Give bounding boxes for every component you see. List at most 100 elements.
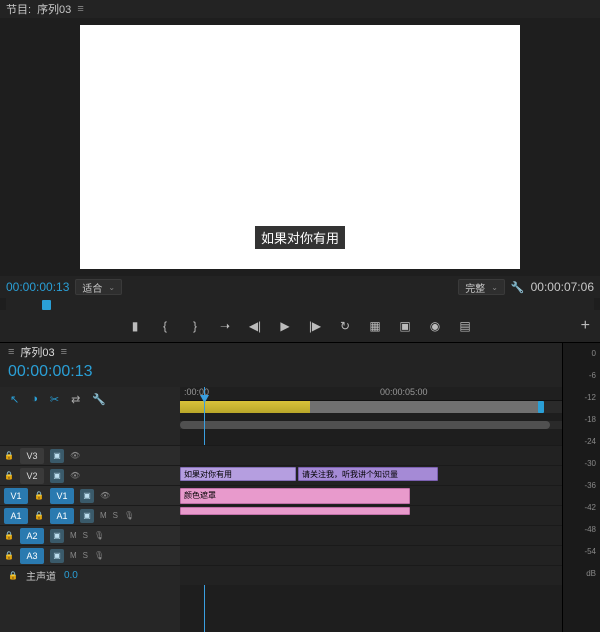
lock-icon[interactable]: 🔒	[8, 571, 18, 580]
work-area-bar[interactable]	[180, 401, 562, 413]
mic-icon[interactable]: 🎙	[94, 551, 104, 560]
lock-icon[interactable]: 🔒	[4, 551, 14, 560]
track-header-v3[interactable]: 🔒 V3 ▣ 👁	[0, 445, 180, 465]
step-forward-button[interactable]: |▶	[307, 318, 323, 334]
play-button[interactable]: ▶	[277, 318, 293, 334]
track-header-v2[interactable]: 🔒 V2 ▣ 👁	[0, 465, 180, 485]
go-to-out-button[interactable]: }	[187, 318, 203, 334]
timeline-panel: ≡ 序列03 ≡ 00:00:00:13 ↖ ◑ ✂ ⇄ 🔧	[0, 342, 600, 632]
zoom-fit-dropdown[interactable]: 适合 ⌄	[75, 279, 122, 295]
track-label[interactable]: V3	[20, 448, 44, 464]
export-frame-button[interactable]: ▣	[397, 318, 413, 334]
track-row-v2[interactable]: 如果对你有用 请关注我，听我讲个知识量	[180, 465, 562, 485]
current-timecode[interactable]: 00:00:00:13	[6, 280, 69, 294]
track-target-toggle[interactable]: ▣	[50, 549, 64, 563]
track-header-a3[interactable]: 🔒 A3 ▣ M S 🎙	[0, 545, 180, 565]
lock-icon[interactable]: 🔒	[34, 511, 44, 520]
mute-button[interactable]: M	[70, 551, 77, 560]
program-scrub-bar[interactable]	[6, 298, 594, 310]
lock-icon[interactable]: 🔒	[34, 491, 44, 500]
master-volume[interactable]: 0.0	[64, 570, 78, 581]
track-label[interactable]: A1	[50, 508, 74, 524]
track-label[interactable]: V1	[50, 488, 74, 504]
panel-menu-icon[interactable]: ≡	[8, 346, 14, 358]
timeline-timecode[interactable]: 00:00:00:13	[0, 361, 562, 387]
track-header-a1[interactable]: A1 🔒 A1 ▣ M S 🎙	[0, 505, 180, 525]
zoom-scrollbar[interactable]	[180, 421, 562, 429]
add-button-icon[interactable]: +	[581, 317, 590, 335]
mic-icon[interactable]: 🎙	[124, 511, 134, 520]
meter-tick: -24	[584, 437, 596, 446]
source-patch-v1[interactable]: V1	[4, 488, 28, 504]
mic-icon[interactable]: 🎙	[94, 531, 104, 540]
track-label[interactable]: V2	[20, 468, 44, 484]
source-patch-a1[interactable]: A1	[4, 508, 28, 524]
lock-icon[interactable]: 🔒	[4, 471, 14, 480]
scrub-playhead[interactable]	[42, 300, 51, 310]
meter-tick: dB	[586, 569, 596, 578]
add-marker-button[interactable]: ➝	[217, 318, 233, 334]
track-header-v1[interactable]: V1 🔒 V1 ▣ 👁	[0, 485, 180, 505]
ripple-tool-icon[interactable]: ◑	[31, 393, 38, 405]
wrench-icon[interactable]: 🔧	[92, 393, 106, 406]
lock-icon[interactable]: 🔒	[4, 531, 14, 540]
settings-icon[interactable]: 🔧	[511, 281, 525, 294]
go-to-in-button[interactable]: {	[157, 318, 173, 334]
meter-tick: -12	[584, 393, 596, 402]
lock-icon[interactable]: 🔒	[4, 451, 14, 460]
program-monitor[interactable]: 如果对你有用	[0, 18, 600, 276]
track-label[interactable]: A2	[20, 528, 44, 544]
work-area-out-handle[interactable]	[538, 401, 544, 413]
camera-button[interactable]: ◉	[427, 318, 443, 334]
track-row-v1[interactable]: 颜色遮罩	[180, 485, 562, 505]
mark-in-button[interactable]: ▮	[127, 318, 143, 334]
master-track-header[interactable]: 🔒 主声道 0.0	[0, 565, 180, 585]
loop-button[interactable]: ↻	[337, 318, 353, 334]
timeline-sequence-name[interactable]: 序列03	[20, 344, 54, 360]
step-back-button[interactable]: ◀|	[247, 318, 263, 334]
mute-button[interactable]: M	[100, 511, 107, 520]
zoom-handle[interactable]	[180, 421, 550, 429]
clip-label: 如果对你有用	[184, 470, 232, 479]
button-editor-button[interactable]: ▤	[457, 318, 473, 334]
timeline-left-column: ↖ ◑ ✂ ⇄ 🔧 🔒 V3 ▣ 👁	[0, 387, 180, 632]
track-target-toggle[interactable]: ▣	[50, 529, 64, 543]
clip[interactable]: 请关注我，听我讲个知识量	[298, 467, 438, 481]
track-row-a2[interactable]	[180, 525, 562, 545]
solo-button[interactable]: S	[113, 511, 118, 520]
clip[interactable]: 如果对你有用	[180, 467, 296, 481]
resolution-dropdown[interactable]: 完整 ⌄	[458, 279, 505, 295]
clip[interactable]: 颜色遮罩	[180, 488, 410, 504]
eye-icon[interactable]: 👁	[70, 451, 80, 460]
link-tool-icon[interactable]: ⇄	[71, 393, 80, 406]
track-target-toggle[interactable]: ▣	[50, 449, 64, 463]
panel-menu-icon[interactable]: ≡	[77, 3, 83, 15]
selection-tool-icon[interactable]: ↖	[10, 393, 19, 406]
time-ruler[interactable]: :00:00 00:00:05:00	[180, 387, 562, 401]
track-header-a2[interactable]: 🔒 A2 ▣ M S 🎙	[0, 525, 180, 545]
solo-button[interactable]: S	[83, 551, 88, 560]
track-target-toggle[interactable]: ▣	[80, 509, 94, 523]
track-label[interactable]: A3	[20, 548, 44, 564]
track-row-master[interactable]	[180, 565, 562, 585]
timeline-tracks-area[interactable]: :00:00 00:00:05:00	[180, 387, 562, 632]
panel-menu-icon[interactable]: ≡	[61, 346, 67, 358]
program-header: 节目: 序列03 ≡	[0, 0, 600, 18]
eye-icon[interactable]: 👁	[100, 491, 110, 500]
razor-tool-icon[interactable]: ✂	[50, 393, 59, 406]
mute-button[interactable]: M	[70, 531, 77, 540]
solo-button[interactable]: S	[83, 531, 88, 540]
track-row-v3[interactable]	[180, 445, 562, 465]
track-row-a1[interactable]	[180, 505, 562, 525]
duration-timecode: 00:00:07:06	[531, 280, 594, 294]
meter-tick: -54	[584, 547, 596, 556]
track-target-toggle[interactable]: ▣	[50, 469, 64, 483]
track-target-toggle[interactable]: ▣	[80, 489, 94, 503]
clip-audio[interactable]	[180, 507, 410, 515]
track-row-a3[interactable]	[180, 545, 562, 565]
clip-label: 请关注我，听我讲个知识量	[302, 470, 398, 479]
video-canvas: 如果对你有用	[80, 25, 520, 269]
ruler-tick: 00:00:05:00	[380, 387, 428, 397]
eye-icon[interactable]: 👁	[70, 471, 80, 480]
safe-margin-button[interactable]: ▦	[367, 318, 383, 334]
